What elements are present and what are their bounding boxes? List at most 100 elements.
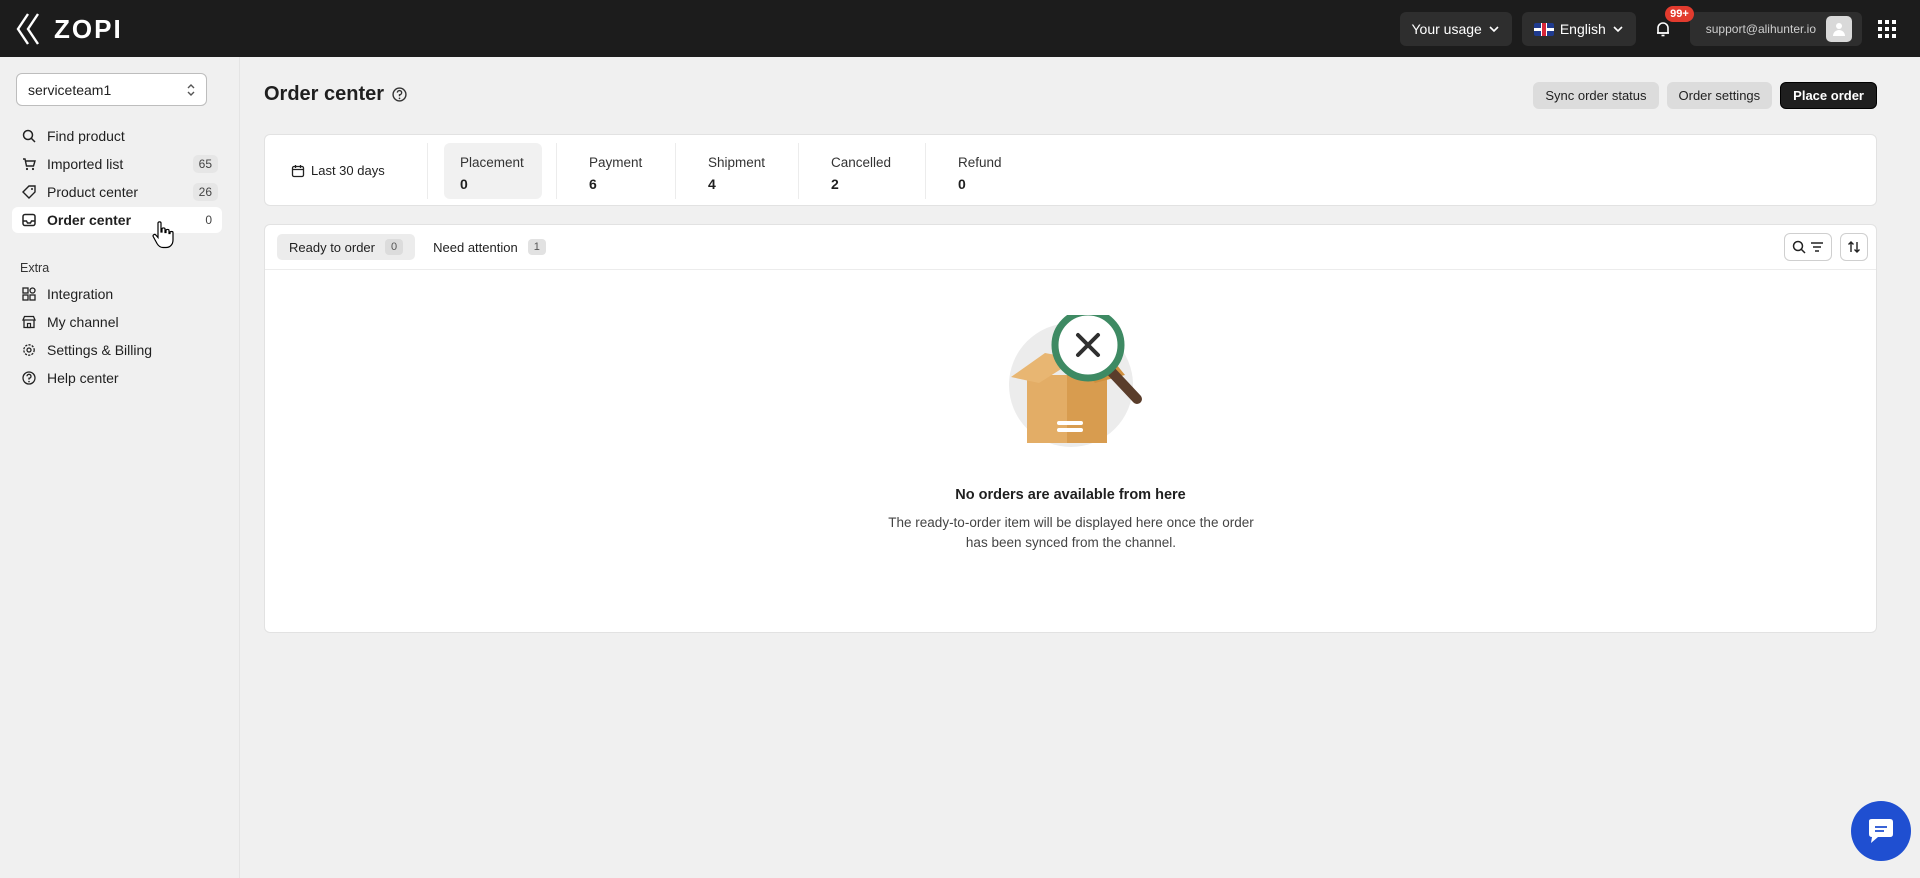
search-icon [22, 129, 36, 143]
sidebar: serviceteam1 Find product Imported list … [0, 57, 240, 878]
date-range-picker[interactable]: Last 30 days [291, 163, 385, 178]
order-settings-button[interactable]: Order settings [1666, 82, 1773, 109]
sidebar-item-label: Help center [47, 370, 119, 386]
sort-button[interactable] [1840, 233, 1868, 261]
sync-order-status-button[interactable]: Sync order status [1533, 82, 1659, 109]
user-menu[interactable]: support@alihunter.io [1689, 12, 1862, 46]
language-dropdown[interactable]: English [1521, 12, 1636, 46]
tab-count: 0 [385, 239, 404, 255]
uk-flag-icon [1533, 22, 1554, 36]
divider [798, 143, 799, 199]
divider [265, 269, 1876, 270]
order-stats-card: Last 30 days Placement 0 Payment 6 Shipm… [264, 134, 1877, 206]
top-bar: ZOPI Your usage English 99+ support@alih… [0, 0, 1920, 57]
bell-icon [1656, 22, 1669, 37]
sidebar-item-integration[interactable]: Integration [12, 281, 222, 307]
sidebar-item-settings-billing[interactable]: Settings & Billing [12, 337, 222, 363]
stat-label: Refund [958, 155, 1002, 170]
tab-need-attention[interactable]: Need attention 1 [421, 234, 558, 260]
place-order-button[interactable]: Place order [1780, 82, 1877, 109]
team-select[interactable]: serviceteam1 [16, 73, 207, 106]
store-icon [22, 315, 36, 329]
stat-value: 4 [708, 176, 716, 192]
user-email: support@alihunter.io [1705, 22, 1816, 36]
help-icon [22, 371, 36, 385]
hand-cursor-icon [152, 221, 174, 249]
stat-label: Cancelled [831, 155, 892, 170]
stat-value: 2 [831, 176, 839, 192]
stat-payment[interactable]: Payment 6 [573, 143, 673, 199]
date-range-label: Last 30 days [311, 163, 385, 178]
header-actions: Sync order status Order settings Place o… [1533, 82, 1877, 109]
sidebar-item-order-center[interactable]: Order center 0 [12, 207, 222, 233]
brand-name: ZOPI [54, 13, 123, 44]
chevron-updown-icon [187, 83, 195, 96]
inbox-icon [22, 213, 36, 227]
zopi-logo[interactable]: ZOPI [16, 12, 123, 46]
sidebar-item-count: 26 [192, 183, 218, 201]
notifications-badge: 99+ [1665, 6, 1694, 22]
chevron-down-icon [1489, 26, 1499, 33]
sidebar-item-label: Find product [47, 128, 125, 144]
empty-state-description-line: has been synced from the channel. [965, 535, 1177, 550]
sidebar-item-help-center[interactable]: Help center [12, 365, 222, 391]
stat-placement[interactable]: Placement 0 [444, 143, 542, 199]
page-title: Order center [264, 83, 407, 106]
empty-box-magnifier-icon [1009, 315, 1142, 447]
team-name: serviceteam1 [28, 81, 112, 98]
stat-cancelled[interactable]: Cancelled 2 [815, 143, 930, 199]
chevron-down-icon [1613, 26, 1623, 33]
user-icon [1833, 23, 1845, 36]
tab-label: Need attention [433, 239, 518, 255]
sidebar-item-label: Settings & Billing [47, 342, 153, 358]
empty-state-description-line: The ready-to-order item will be displaye… [888, 515, 1254, 530]
sidebar-item-label: Integration [47, 286, 114, 302]
extra-nav: Integration My channel Settings & Billin… [12, 281, 222, 393]
orders-panel: Ready to order 0 Need attention 1 No ord… [264, 224, 1877, 633]
sidebar-item-find-product[interactable]: Find product [12, 123, 222, 149]
stat-shipment[interactable]: Shipment 4 [692, 143, 802, 199]
stat-value: 0 [958, 176, 966, 192]
tab-ready-to-order[interactable]: Ready to order 0 [277, 234, 416, 260]
stat-refund[interactable]: Refund 0 [942, 143, 1052, 199]
order-tabs: Ready to order 0 Need attention 1 [277, 234, 558, 260]
divider [675, 143, 676, 199]
gear-icon [22, 343, 36, 357]
search-icon [1792, 240, 1806, 254]
apps-grid-button[interactable] [1872, 14, 1902, 44]
sort-icon [1848, 241, 1860, 253]
sidebar-item-my-channel[interactable]: My channel [12, 309, 222, 335]
calendar-icon [291, 164, 305, 177]
stat-label: Placement [460, 155, 524, 170]
stat-value: 0 [460, 176, 468, 192]
tab-label: Ready to order [289, 239, 375, 255]
sidebar-item-label: Imported list [47, 156, 124, 172]
search-filter-button[interactable] [1784, 233, 1832, 261]
sidebar-section-extra: Extra [20, 261, 50, 275]
help-icon[interactable] [392, 87, 407, 102]
chat-launcher-button[interactable] [1851, 801, 1911, 861]
apps-grid-icon [1878, 20, 1896, 38]
cart-icon [22, 157, 36, 171]
sidebar-item-count: 0 [199, 211, 218, 229]
notifications-button[interactable]: 99+ [1646, 6, 1694, 46]
stat-label: Payment [589, 155, 643, 170]
divider [556, 143, 557, 199]
divider [427, 143, 428, 199]
avatar [1826, 16, 1852, 42]
usage-dropdown[interactable]: Your usage [1399, 12, 1512, 46]
empty-state-title: No orders are available from here [955, 487, 1186, 503]
sidebar-item-product-center[interactable]: Product center 26 [12, 179, 222, 205]
tab-count: 1 [527, 239, 546, 255]
sidebar-item-imported-list[interactable]: Imported list 65 [12, 151, 222, 177]
divider [925, 143, 926, 199]
sidebar-item-count: 65 [192, 155, 218, 173]
sidebar-item-label: My channel [47, 314, 119, 330]
sidebar-item-label: Product center [47, 184, 139, 200]
stat-label: Shipment [708, 155, 766, 170]
panel-tools [1784, 233, 1868, 261]
main-nav: Find product Imported list 65 Product ce… [12, 123, 222, 235]
tag-icon [22, 185, 36, 199]
page-title-text: Order center [264, 83, 385, 105]
grid-icon [22, 287, 36, 301]
